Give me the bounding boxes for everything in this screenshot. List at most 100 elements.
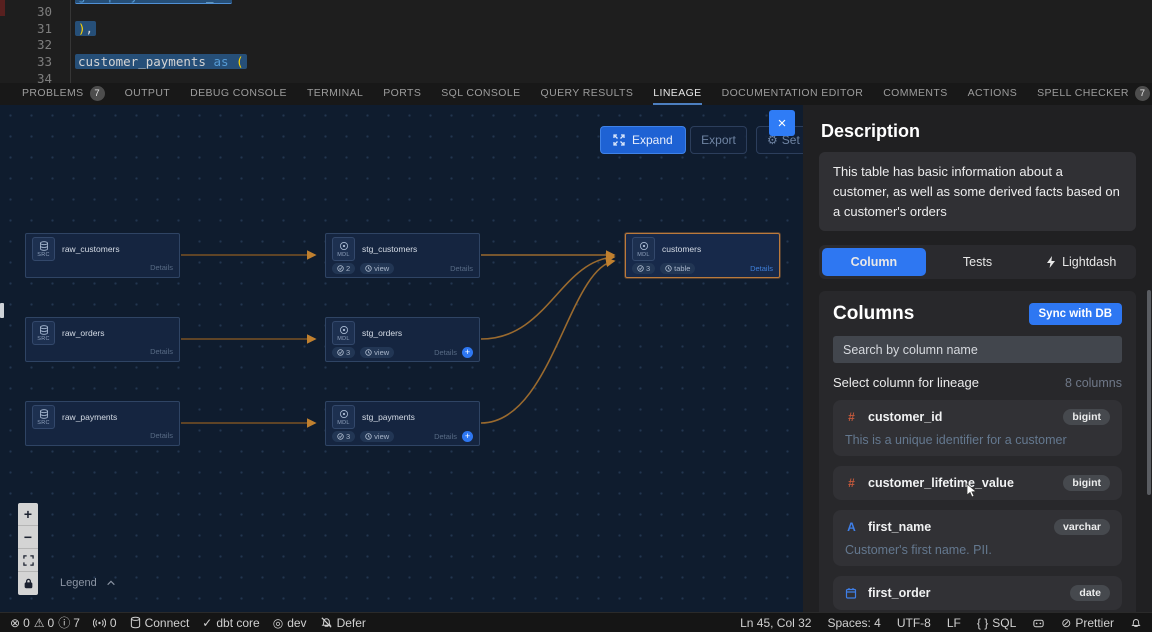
cursor-position[interactable]: Ln 45, Col 32 [740,616,811,630]
column-search-input[interactable] [833,336,1122,363]
columns-card: Columns Sync with DB Select column for l… [819,291,1136,612]
warning-icon: ⚠ [34,616,45,630]
panel-tab-bar: PROBLEMS7 OUTPUT DEBUG CONSOLE TERMINAL … [0,83,1152,105]
tab-query-results[interactable]: QUERY RESULTS [541,83,634,105]
node-details-link[interactable]: Details [150,431,173,440]
zoom-out-button[interactable]: − [18,526,38,549]
ports-status[interactable]: 0 [93,616,117,630]
column-item-first-order[interactable]: first_order date [833,576,1122,610]
indentation[interactable]: Spaces: 4 [827,616,880,630]
node-customers[interactable]: MDLcustomers 3 table Details [625,233,780,278]
code-line-33: customer_payments as ( [75,54,247,69]
source-icon: SRC [32,321,55,345]
export-button[interactable]: Export [690,126,747,154]
text-type-icon: A [845,520,858,534]
language-mode[interactable]: { } SQL [977,616,1016,630]
materialization-badge: view [360,347,394,358]
side-panel-tabs: Column Tests Lightdash [819,245,1136,279]
env-selector[interactable]: ◎ dev [273,616,307,630]
broadcast-icon [93,617,106,629]
lock-button[interactable] [18,572,38,595]
columns-count: 8 columns [1065,376,1122,390]
encoding[interactable]: UTF-8 [897,616,931,630]
tab-debug-console[interactable]: DEBUG CONSOLE [190,83,287,105]
description-body: This table has basic information about a… [819,152,1136,231]
spell-checker-count-badge: 7 [1135,86,1150,101]
robot-icon [1032,617,1045,629]
tab-comments[interactable]: COMMENTS [883,83,947,105]
problems-count-badge: 7 [90,86,105,101]
notifications-bell[interactable] [1130,616,1142,629]
zoom-in-button[interactable]: + [18,503,38,526]
status-bar: ⊗0 ⚠0 ⓘ7 0 Connect ✓ dbt core ◎ dev Defe… [0,612,1152,632]
chevron-up-icon [106,578,116,588]
lineage-canvas[interactable]: Expand Export ⚙Set × SRCraw_customers De… [0,105,803,612]
tab-tests[interactable]: Tests [926,248,1030,276]
defer-toggle[interactable]: Defer [320,616,366,630]
node-details-link[interactable]: Details [750,264,773,273]
slash-circle-icon: ⊘ [1061,616,1071,630]
panel-scrollbar[interactable] [1147,290,1151,495]
gutter-line-31: 31 [0,21,52,36]
materialization-badge: view [360,431,394,442]
node-stg-payments[interactable]: MDLstg_payments 3 view Details + [325,401,480,446]
type-badge: date [1070,585,1110,601]
target-icon: ◎ [273,616,283,630]
calendar-icon [845,587,858,599]
node-raw-payments[interactable]: SRCraw_payments Details [25,401,180,446]
bell-icon [1130,616,1142,629]
tab-terminal[interactable]: TERMINAL [307,83,363,105]
tab-ports[interactable]: PORTS [383,83,421,105]
node-details-link[interactable]: Details [450,264,473,273]
materialization-badge: table [660,263,695,274]
node-raw-orders[interactable]: SRCraw_orders Details [25,317,180,362]
model-icon: MDL [332,237,355,261]
info-icon: ⓘ [58,614,70,631]
gutter-line-30: 30 [0,4,52,19]
legend-toggle[interactable]: Legend [60,577,116,589]
source-icon: SRC [32,405,55,429]
column-item-customer-id[interactable]: # customer_id bigint This is a unique id… [833,400,1122,456]
bell-slash-icon [320,616,333,629]
tests-badge: 3 [332,347,355,358]
node-details-link[interactable]: Details [434,432,457,441]
sync-with-db-button[interactable]: Sync with DB [1029,303,1122,325]
expand-button[interactable]: Expand [600,126,686,154]
tab-output[interactable]: OUTPUT [125,83,171,105]
description-title: Description [821,121,1136,142]
node-raw-customers[interactable]: SRCraw_customers Details [25,233,180,278]
node-details-link[interactable]: Details [150,347,173,356]
expand-columns-button[interactable]: + [462,431,473,442]
dbt-core-status[interactable]: ✓ dbt core [202,616,259,630]
model-icon: MDL [332,405,355,429]
tab-spell-checker[interactable]: SPELL CHECKER7 [1037,83,1150,105]
node-details-link[interactable]: Details [150,263,173,272]
tab-sql-console[interactable]: SQL CONSOLE [441,83,520,105]
tab-actions[interactable]: ACTIONS [968,83,1017,105]
database-icon [130,616,141,629]
fit-view-button[interactable] [18,549,38,572]
copilot-status[interactable] [1032,617,1045,629]
materialization-badge: view [360,263,394,274]
column-item-first-name[interactable]: A first_name varchar Customer's first na… [833,510,1122,566]
tab-lightdash[interactable]: Lightdash [1029,248,1133,276]
tab-documentation-editor[interactable]: DOCUMENTATION EDITOR [722,83,864,105]
panel-resize-handle[interactable] [0,303,4,318]
node-stg-customers[interactable]: MDLstg_customers 2 view Details [325,233,480,278]
mouse-cursor [965,483,979,504]
code-editor[interactable]: 30 31 32 33 34 group by customer_id ), c… [0,0,1152,83]
close-lineage-button[interactable]: × [769,110,795,136]
connect-button[interactable]: Connect [130,616,190,630]
eol-selector[interactable]: LF [947,616,961,630]
lineage-side-panel: Description This table has basic informa… [803,105,1152,612]
expand-columns-button[interactable]: + [462,347,473,358]
node-details-link[interactable]: Details [434,348,457,357]
tab-problems[interactable]: PROBLEMS7 [22,83,105,105]
type-badge: bigint [1063,475,1110,491]
node-stg-orders[interactable]: MDLstg_orders 3 view Details + [325,317,480,362]
gutter-line-33: 33 [0,54,52,69]
tab-column[interactable]: Column [822,248,926,276]
problems-status[interactable]: ⊗0 ⚠0 ⓘ7 [10,614,80,631]
formatter-status[interactable]: ⊘ Prettier [1061,616,1114,630]
tab-lineage[interactable]: LINEAGE [653,83,701,105]
